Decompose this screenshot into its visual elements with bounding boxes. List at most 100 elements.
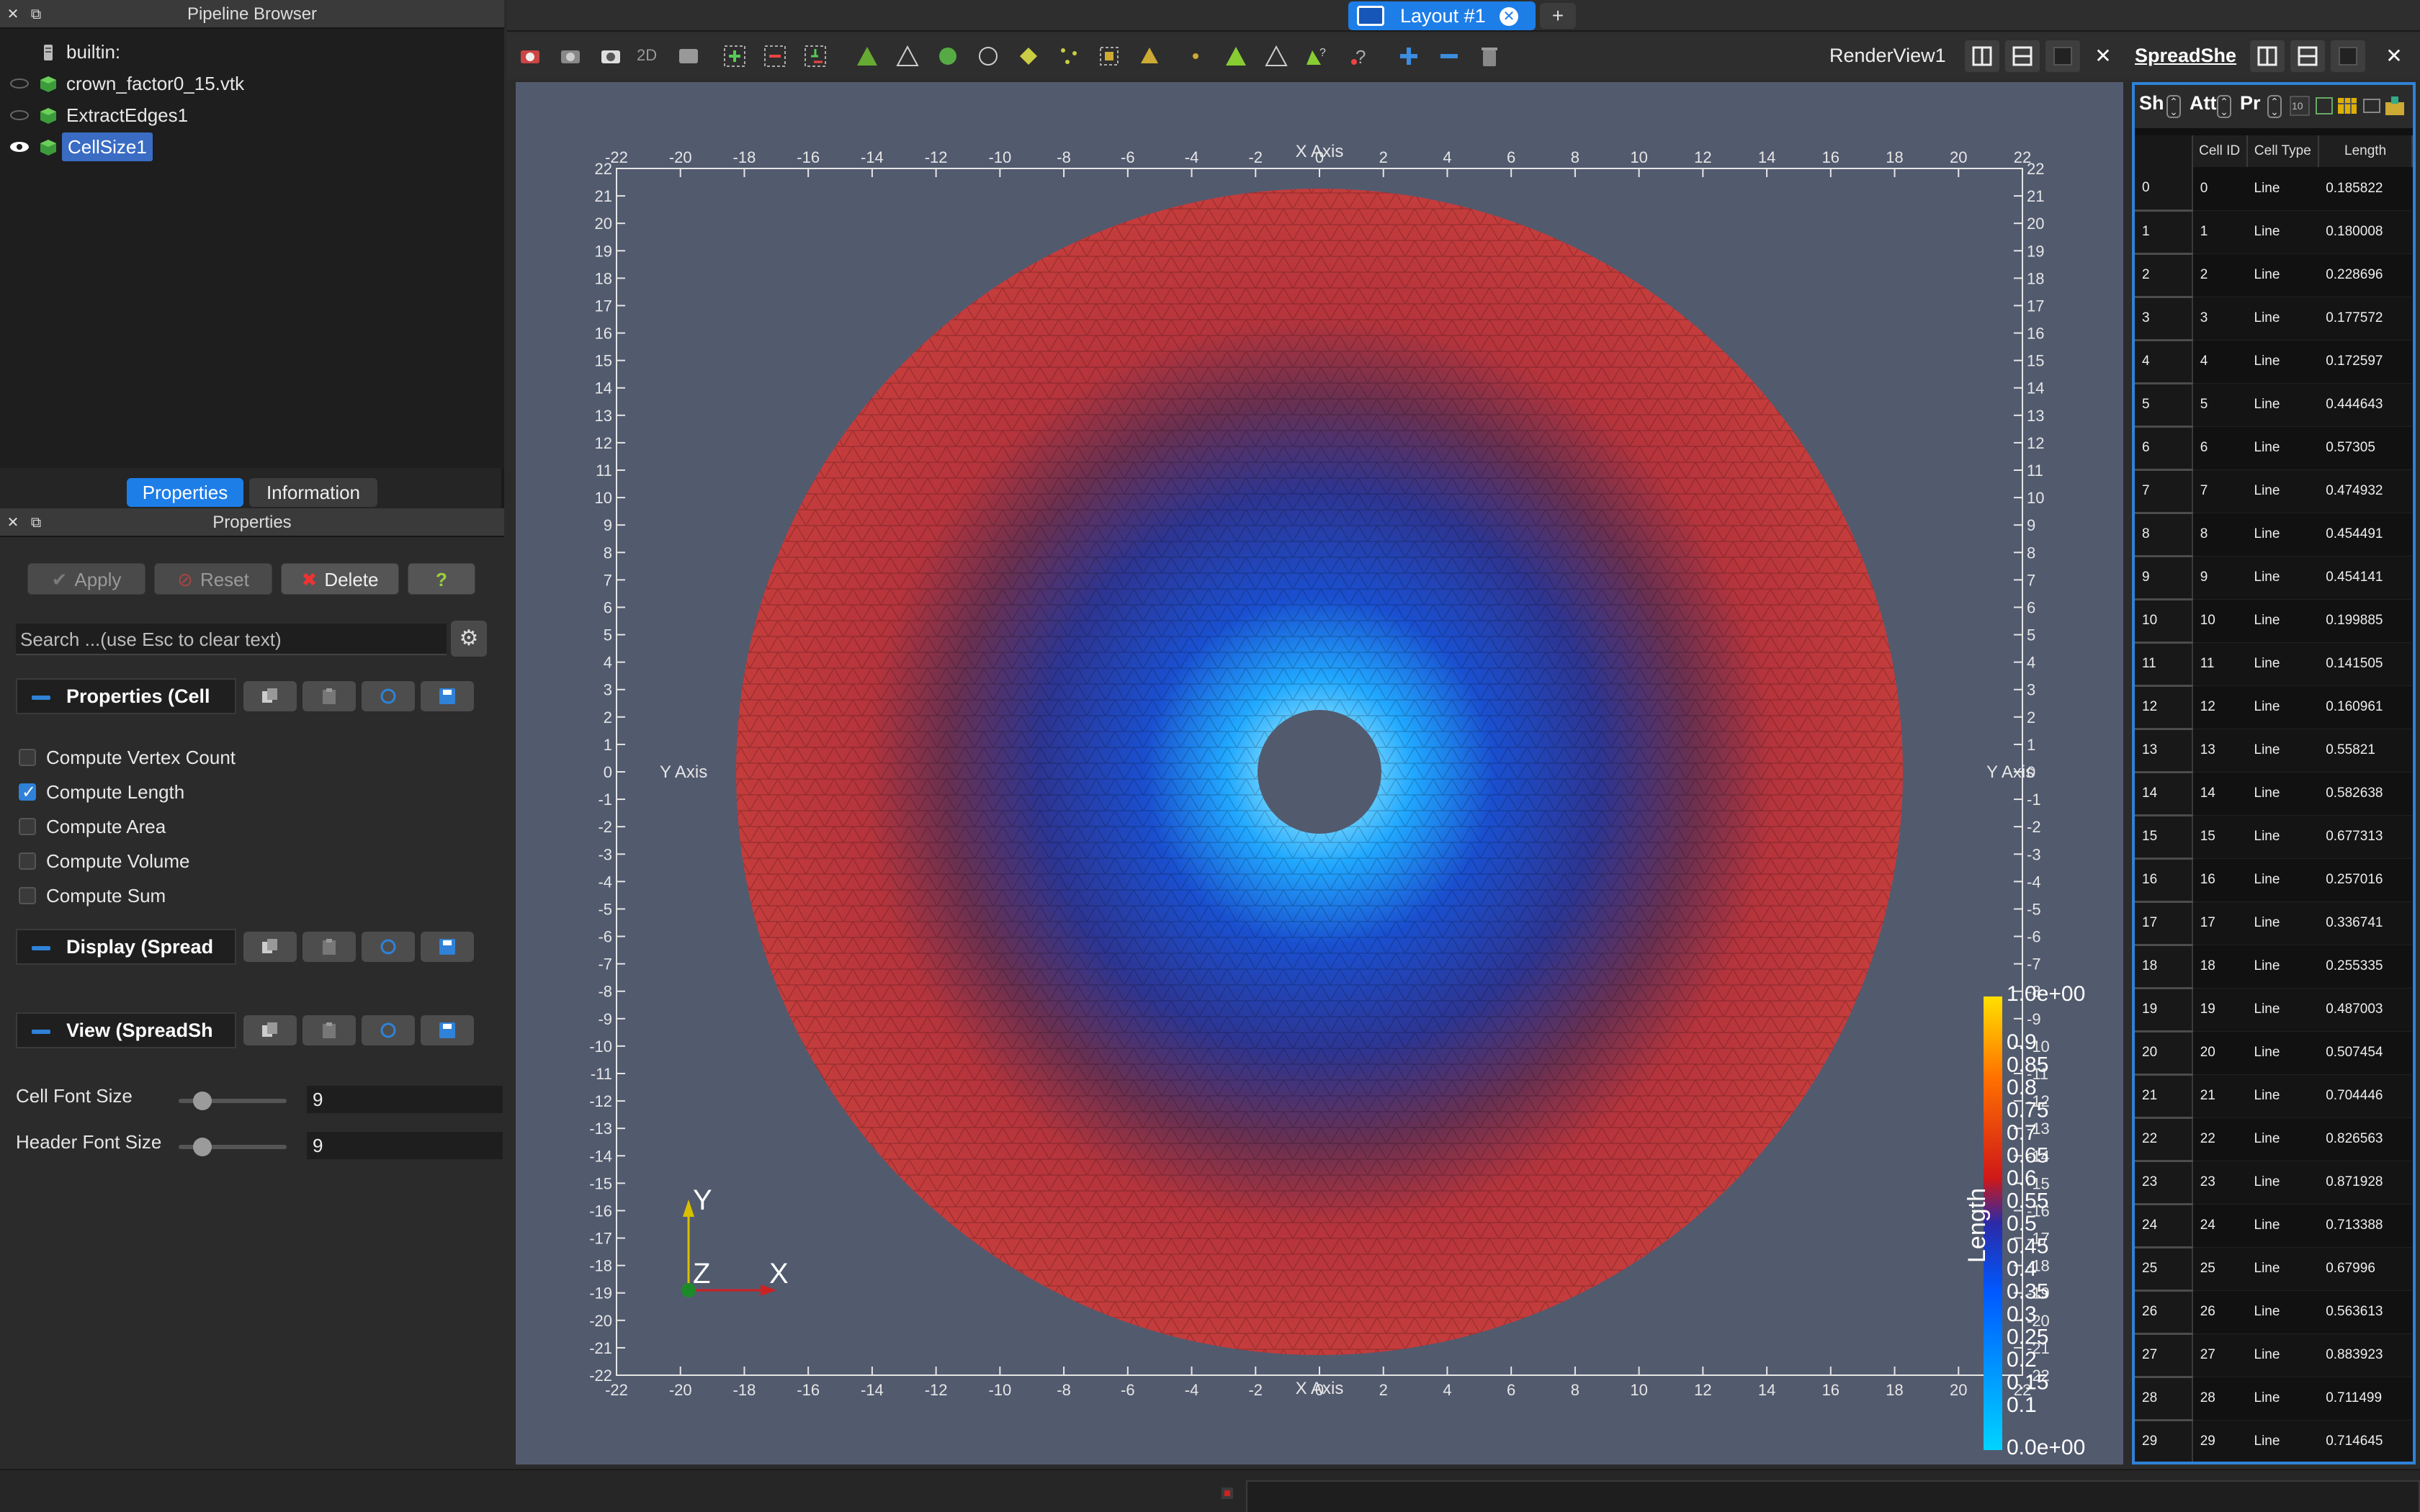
cell-type-cell[interactable]: Line [2246,167,2319,211]
search-input[interactable]: Search ...(use Esc to clear text) [16,624,447,655]
cell-id-cell[interactable]: 27 [2192,1333,2247,1377]
spin-icon[interactable]: ⌃ ⌄ [2267,95,2282,118]
spreadsheet-view-title[interactable]: SpreadShe [2135,45,2237,67]
length-cell[interactable]: 0.160961 [2318,685,2412,729]
length-cell[interactable]: 0.55821 [2318,729,2412,773]
table-row[interactable]: 21 21 Line 0.704446 [2135,1074,2412,1119]
table-row[interactable]: 12 12 Line 0.160961 [2135,685,2412,730]
precision-selector[interactable]: Pr [2240,92,2261,114]
cell-type-cell[interactable]: Line [2246,383,2319,427]
cell-id-cell[interactable]: 5 [2192,383,2247,427]
table-row[interactable]: 27 27 Line 0.883923 [2135,1333,2412,1378]
row-header[interactable]: 25 [2135,1247,2193,1292]
cell-type-cell[interactable]: Line [2246,1161,2319,1205]
row-header[interactable]: 10 [2135,599,2193,644]
row-header[interactable]: 21 [2135,1074,2193,1119]
cell-id-cell[interactable]: 2 [2192,253,2247,297]
cell-type-cell[interactable]: Line [2246,642,2319,686]
checkbox-box[interactable] [19,818,36,835]
table-row[interactable]: 2 2 Line 0.228696 [2135,253,2412,298]
column-header-cell-id[interactable]: Cell ID [2192,135,2248,167]
row-header[interactable]: 7 [2135,469,2193,514]
toggle-cell-connectivity-icon[interactable] [2361,95,2383,117]
cell-id-cell[interactable]: 14 [2192,772,2247,816]
table-row[interactable]: 20 20 Line 0.507454 [2135,1031,2412,1076]
table-row[interactable]: 4 4 Line 0.172597 [2135,340,2412,384]
column-visibility-icon[interactable] [2336,95,2358,117]
save-button[interactable] [421,681,474,711]
cell-type-cell[interactable]: Line [2246,599,2319,643]
find-data-icon[interactable]: ? [1305,45,1328,68]
table-row[interactable]: 22 22 Line 0.826563 [2135,1117,2412,1162]
row-header[interactable]: 12 [2135,685,2193,730]
length-cell[interactable]: 0.474932 [2318,469,2412,513]
length-cell[interactable]: 0.487003 [2318,988,2412,1032]
copy-button[interactable] [243,681,297,711]
minus-icon[interactable] [1438,45,1461,68]
hover-points-icon[interactable] [1184,45,1207,68]
length-cell[interactable]: 0.199885 [2318,599,2412,643]
cell-id-cell[interactable]: 21 [2192,1074,2247,1118]
select-add-icon[interactable] [723,45,746,68]
length-cell[interactable]: 0.713388 [2318,1204,2412,1248]
table-row[interactable]: 6 6 Line 0.57305 [2135,426,2412,471]
add-tab-button[interactable]: + [1540,3,1576,29]
checkbox-box[interactable] [19,778,36,807]
cell-id-cell[interactable]: 7 [2192,469,2247,513]
length-cell[interactable]: 0.336741 [2318,901,2412,945]
cell-type-cell[interactable]: Line [2246,1247,2319,1291]
cell-type-cell[interactable]: Line [2246,858,2319,902]
fixed-notation-icon[interactable]: 10 [2289,95,2311,117]
tab-layout-1[interactable]: Layout #1 ✕ [1348,1,1536,30]
select-frustum-cells-icon[interactable] [936,45,959,68]
table-row[interactable]: 19 19 Line 0.487003 [2135,988,2412,1032]
table-row[interactable]: 29 29 Line 0.714645 [2135,1420,2412,1462]
gear-icon[interactable]: ⚙ [451,621,487,657]
header-font-size-input[interactable]: 9 [307,1132,503,1159]
table-row[interactable]: 0 0 Line 0.185822 [2135,167,2412,212]
length-cell[interactable]: 0.185822 [2318,167,2412,211]
select-polygon-cells-icon[interactable] [1017,45,1040,68]
error-indicator-icon[interactable] [1219,1485,1236,1502]
length-cell[interactable]: 0.582638 [2318,772,2412,816]
length-cell[interactable]: 0.454491 [2318,513,2412,557]
length-cell[interactable]: 0.677313 [2318,815,2412,859]
cell-id-cell[interactable]: 23 [2192,1161,2247,1205]
pipeline-item-extractedges[interactable]: ExtractEdges1 [0,101,504,130]
cell-type-cell[interactable]: Line [2246,556,2319,600]
length-cell[interactable]: 0.454141 [2318,556,2412,600]
cell-type-cell[interactable]: Line [2246,988,2319,1032]
select-toggle-icon[interactable] [2313,95,2335,117]
row-header[interactable]: 18 [2135,945,2193,989]
cell-type-cell[interactable]: Line [2246,815,2319,859]
length-cell[interactable]: 0.57305 [2318,426,2412,470]
length-cell[interactable]: 0.255335 [2318,945,2412,989]
length-cell[interactable]: 0.67996 [2318,1247,2412,1291]
cell-id-cell[interactable]: 4 [2192,340,2247,384]
copy-button[interactable] [243,1015,297,1045]
table-row[interactable]: 17 17 Line 0.336741 [2135,901,2412,946]
split-vertical-button[interactable] [2290,40,2325,72]
delete-button[interactable]: ✖ Delete [281,563,399,595]
table-row[interactable]: 28 28 Line 0.711499 [2135,1377,2412,1421]
cell-type-cell[interactable]: Line [2246,297,2319,341]
row-header[interactable]: 13 [2135,729,2193,773]
row-header[interactable]: 14 [2135,772,2193,816]
showing-selector[interactable]: Sh [2139,92,2164,114]
cell-type-cell[interactable]: Line [2246,340,2319,384]
attribute-selector[interactable]: Att [2190,92,2216,114]
pipeline-item-builtin[interactable]: builtin: [0,37,504,66]
table-row[interactable]: 10 10 Line 0.199885 [2135,599,2412,644]
cell-id-cell[interactable]: 15 [2192,815,2247,859]
eye-hidden-icon[interactable] [9,108,30,122]
render-view-canvas[interactable]: -22 -22 -20 -20 -18 -18 -16 -16 -14 -14 -12 -12 -10-… [516,82,2123,1464]
plus-icon[interactable] [1397,45,1420,68]
paste-button[interactable] [302,681,356,711]
row-header[interactable]: 15 [2135,815,2193,860]
table-row[interactable]: 15 15 Line 0.677313 [2135,815,2412,860]
split-horizontal-button[interactable] [2250,40,2285,72]
length-cell[interactable]: 0.172597 [2318,340,2412,384]
apply-button[interactable]: ✔ Apply [27,563,145,595]
camera-icon[interactable] [559,45,582,68]
row-header[interactable]: 29 [2135,1420,2193,1462]
